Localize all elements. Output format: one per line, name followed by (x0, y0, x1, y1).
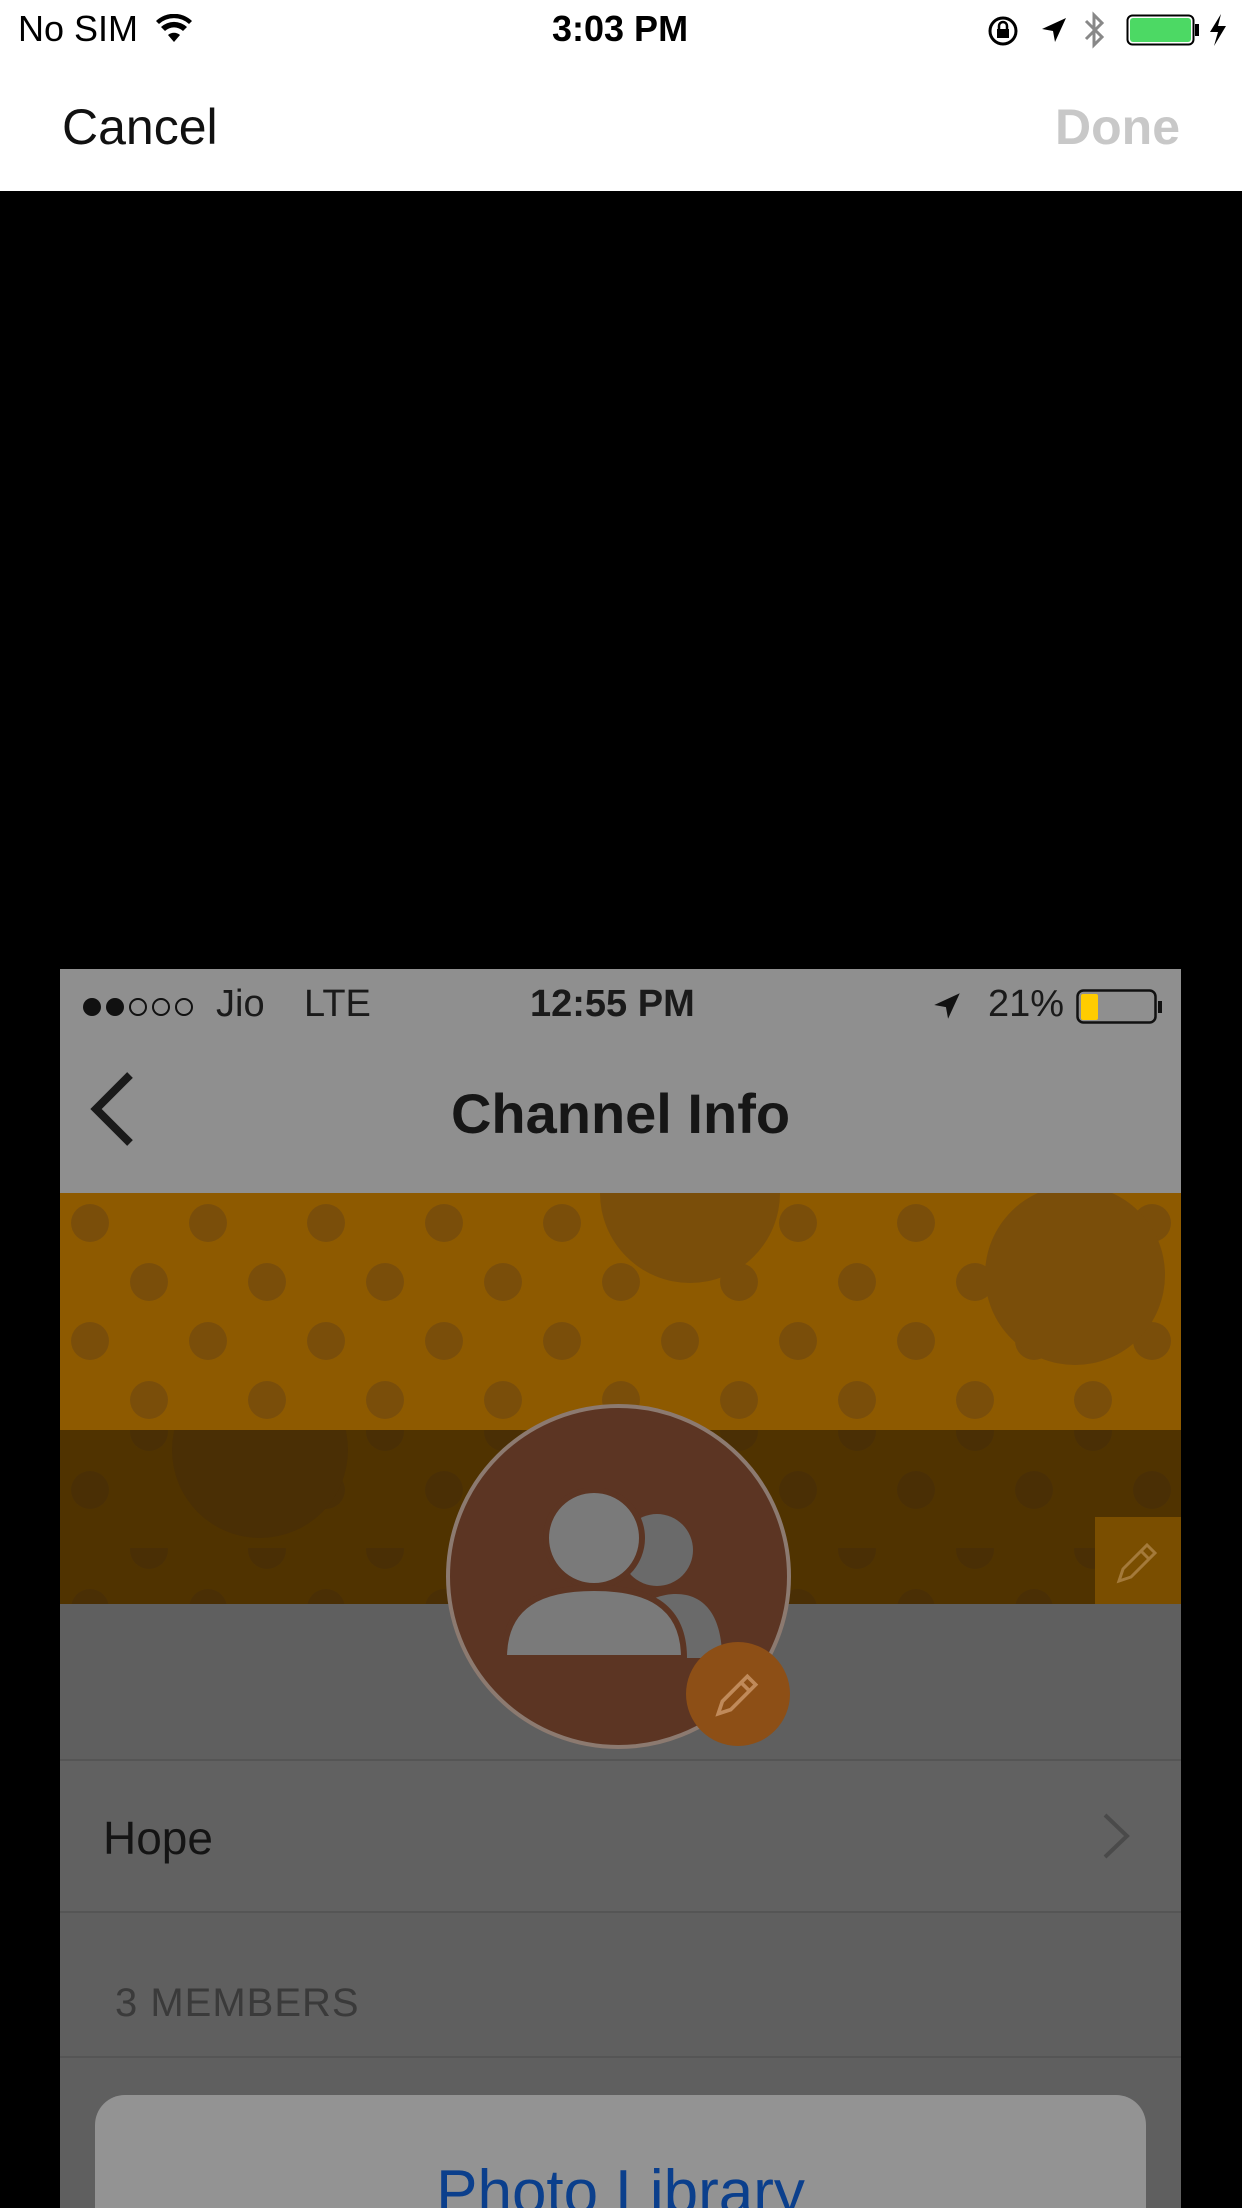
photo-library-option[interactable]: Photo Library (95, 2157, 1146, 2208)
edit-avatar-button[interactable] (686, 1642, 790, 1746)
photo-clock-label: 12:55 PM (530, 983, 695, 1025)
photo-carrier-label: Jio (216, 983, 265, 1025)
logo-pattern-icon (60, 1193, 1181, 1430)
group-people-icon (502, 1488, 722, 1658)
members-section-header: 3 MEMBERS (115, 1981, 360, 2025)
clock-label: 3:03 PM (552, 8, 689, 49)
divider (60, 2056, 1181, 2058)
crop-nav-bar: Cancel Done (0, 62, 1242, 191)
avatar-pencil-icon (715, 1673, 759, 1717)
photo-battery-icon (1076, 989, 1162, 1024)
photo-location-arrow-icon (934, 993, 960, 1019)
action-sheet: Photo Library (95, 2095, 1146, 2208)
channel-name-row[interactable]: Hope (60, 1759, 1181, 1913)
rotation-lock-icon (988, 16, 1018, 46)
photo-status-bar: Jio LTE 12:55 PM 21% (60, 969, 1181, 1041)
chevron-right-icon (1103, 1813, 1130, 1859)
wifi-icon (156, 14, 192, 42)
banner-pattern (60, 1193, 1181, 1430)
crop-photo[interactable]: Jio LTE 12:55 PM 21% Channel Info Hope 3… (60, 969, 1181, 2208)
photo-network-label: LTE (304, 983, 371, 1025)
pencil-icon (1116, 1542, 1158, 1584)
edit-banner-button[interactable] (1095, 1517, 1181, 1604)
signal-dots-icon (83, 998, 193, 1016)
carrier-label: No SIM (18, 8, 139, 49)
battery-icon (1126, 14, 1199, 46)
photo-battery-percent: 21% (988, 983, 1065, 1025)
photo-page-title: Channel Info (450, 1082, 791, 1145)
bluetooth-icon (1084, 11, 1105, 49)
done-button[interactable]: Done (1055, 98, 1180, 156)
location-arrow-icon (1042, 18, 1066, 42)
cancel-button[interactable]: Cancel (62, 98, 218, 156)
charging-bolt-icon (1210, 14, 1226, 46)
channel-name-label: Hope (103, 1812, 213, 1864)
status-bar: No SIM 3:03 PM (0, 0, 1242, 62)
